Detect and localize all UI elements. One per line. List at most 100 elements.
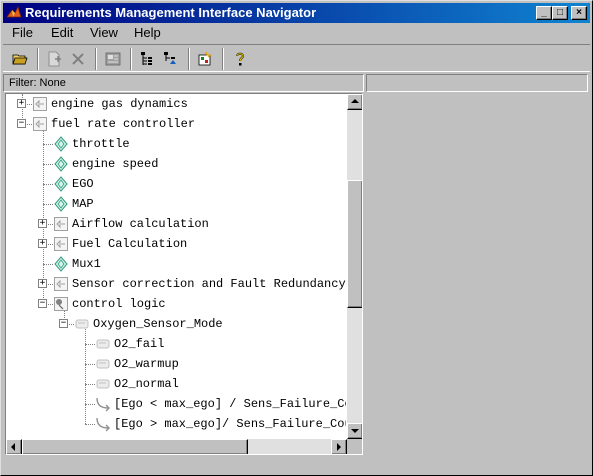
- delete-icon: [72, 53, 84, 65]
- horizontal-scrollbar[interactable]: [6, 439, 347, 454]
- tree-connector-line: [43, 204, 53, 205]
- toolbar-separator: [188, 48, 190, 70]
- tree-node-label: O2_fail: [114, 337, 165, 351]
- expand-node-icon[interactable]: +: [38, 239, 47, 248]
- right-arrow-icon: [337, 443, 341, 451]
- maximize-icon: □: [556, 7, 564, 18]
- stateflow-chart-icon: [53, 296, 69, 312]
- tree-node[interactable]: + engine gas dynamics: [6, 94, 346, 114]
- state-icon: [95, 336, 111, 352]
- left-arrow-icon: [11, 443, 15, 451]
- help-button[interactable]: [229, 48, 251, 70]
- highlight-button[interactable]: [194, 48, 216, 70]
- menu-help[interactable]: Help: [134, 25, 161, 40]
- tree-node[interactable]: + Airflow calculation: [6, 214, 346, 234]
- diamond-icon: [53, 256, 69, 272]
- open-button[interactable]: [9, 48, 31, 70]
- tree-connector-line: [43, 264, 53, 265]
- collapse-tree-button[interactable]: [160, 48, 182, 70]
- tree-node-label: Sensor correction and Fault Redundancy: [72, 277, 346, 291]
- title-bar[interactable]: Requirements Management Interface Naviga…: [3, 3, 590, 23]
- menu-file[interactable]: File: [12, 25, 33, 40]
- menu-bar: File Edit View Help: [3, 24, 590, 43]
- diamond-icon: [53, 156, 69, 172]
- tree-node[interactable]: MAP: [6, 194, 346, 214]
- horizontal-scroll-thumb[interactable]: [22, 439, 248, 454]
- tree-node-label: engine gas dynamics: [51, 97, 188, 111]
- minimize-button[interactable]: _: [536, 6, 552, 20]
- tree-node[interactable]: O2_fail: [6, 334, 346, 354]
- minimize-icon: _: [541, 7, 547, 18]
- menu-view[interactable]: View: [90, 25, 118, 40]
- details-pane: [364, 93, 590, 455]
- collapse-node-icon[interactable]: −: [59, 319, 68, 328]
- main-window: Requirements Management Interface Naviga…: [0, 0, 593, 476]
- expand-tree-icon: [141, 52, 152, 65]
- tree-connector-line: [85, 364, 95, 365]
- tree-node-label: [Ego < max_ego] / Sens_Failure_Counter++: [114, 397, 346, 411]
- scroll-right-button[interactable]: [331, 439, 347, 454]
- maximize-button[interactable]: □: [552, 6, 568, 20]
- close-icon: ×: [576, 7, 582, 18]
- tree-node-label: [Ego > max_ego]/ Sens_Failure_Counter--: [114, 417, 346, 431]
- collapse-tree-icon: [164, 52, 176, 64]
- tree-connector-line: [85, 404, 95, 405]
- menu-edit[interactable]: Edit: [51, 25, 73, 40]
- tree-node[interactable]: [Ego > max_ego]/ Sens_Failure_Counter--: [6, 414, 346, 434]
- collapse-node-icon[interactable]: −: [17, 119, 26, 128]
- close-button[interactable]: ×: [571, 6, 587, 20]
- state-icon: [74, 316, 90, 332]
- state-icon: [95, 376, 111, 392]
- subsystem-icon: [53, 276, 69, 292]
- scroll-left-button[interactable]: [6, 439, 22, 454]
- tree-connector-line: [85, 344, 95, 345]
- tree-connector-line: [43, 144, 53, 145]
- help-question-icon: [236, 52, 245, 66]
- expand-node-icon[interactable]: +: [38, 279, 47, 288]
- tree-node[interactable]: + Fuel Calculation: [6, 234, 346, 254]
- tree-node[interactable]: − control logic: [6, 294, 346, 314]
- tree-node-label: throttle: [72, 137, 130, 151]
- tree-node[interactable]: O2_warmup: [6, 354, 346, 374]
- scroll-down-button[interactable]: [347, 423, 362, 439]
- matlab-app-icon: [6, 5, 22, 18]
- collapse-node-icon[interactable]: −: [38, 299, 47, 308]
- down-arrow-icon: [351, 429, 359, 433]
- subsystem-icon: [53, 216, 69, 232]
- toolbar-separator: [37, 48, 39, 70]
- tree-node[interactable]: + Sensor correction and Fault Redundancy: [6, 274, 346, 294]
- toolbar-separator: [130, 48, 132, 70]
- tree-node-label: control logic: [72, 297, 166, 311]
- new-link-button[interactable]: [43, 48, 65, 70]
- window-title: Requirements Management Interface Naviga…: [25, 5, 317, 20]
- tree-node[interactable]: EGO: [6, 174, 346, 194]
- tree-node-label: O2_warmup: [114, 357, 179, 371]
- vertical-scroll-thumb[interactable]: [347, 180, 362, 308]
- tree-node[interactable]: Mux1: [6, 254, 346, 274]
- properties-button[interactable]: [102, 48, 124, 70]
- vertical-scrollbar[interactable]: [347, 94, 362, 439]
- tree-node[interactable]: throttle: [6, 134, 346, 154]
- filter-bar: Filter: None: [3, 73, 590, 93]
- filter-status: Filter: None: [3, 74, 364, 92]
- scroll-up-button[interactable]: [347, 94, 362, 110]
- tree-node-label: Mux1: [72, 257, 101, 271]
- diamond-icon: [53, 136, 69, 152]
- tree-node[interactable]: engine speed: [6, 154, 346, 174]
- tree-node-label: O2_normal: [114, 377, 179, 391]
- tree-node[interactable]: − fuel rate controller: [6, 114, 346, 134]
- tree-node[interactable]: O2_normal: [6, 374, 346, 394]
- expand-tree-button[interactable]: [137, 48, 159, 70]
- model-tree-view[interactable]: + engine gas dynamics − fuel rate controlle…: [5, 93, 363, 455]
- transition-icon: [95, 416, 111, 432]
- delete-button[interactable]: [67, 48, 89, 70]
- tree-connector-line: [85, 424, 95, 425]
- tree-node-label: Oxygen_Sensor_Mode: [93, 317, 223, 331]
- new-link-icon: [48, 51, 61, 67]
- tree-connector-line: [85, 384, 95, 385]
- expand-node-icon[interactable]: +: [38, 219, 47, 228]
- expand-node-icon[interactable]: +: [17, 99, 26, 108]
- tree-node-label: EGO: [72, 177, 94, 191]
- tree-node[interactable]: − Oxygen_Sensor_Mode: [6, 314, 346, 334]
- tree-node[interactable]: [Ego < max_ego] / Sens_Failure_Counter++: [6, 394, 346, 414]
